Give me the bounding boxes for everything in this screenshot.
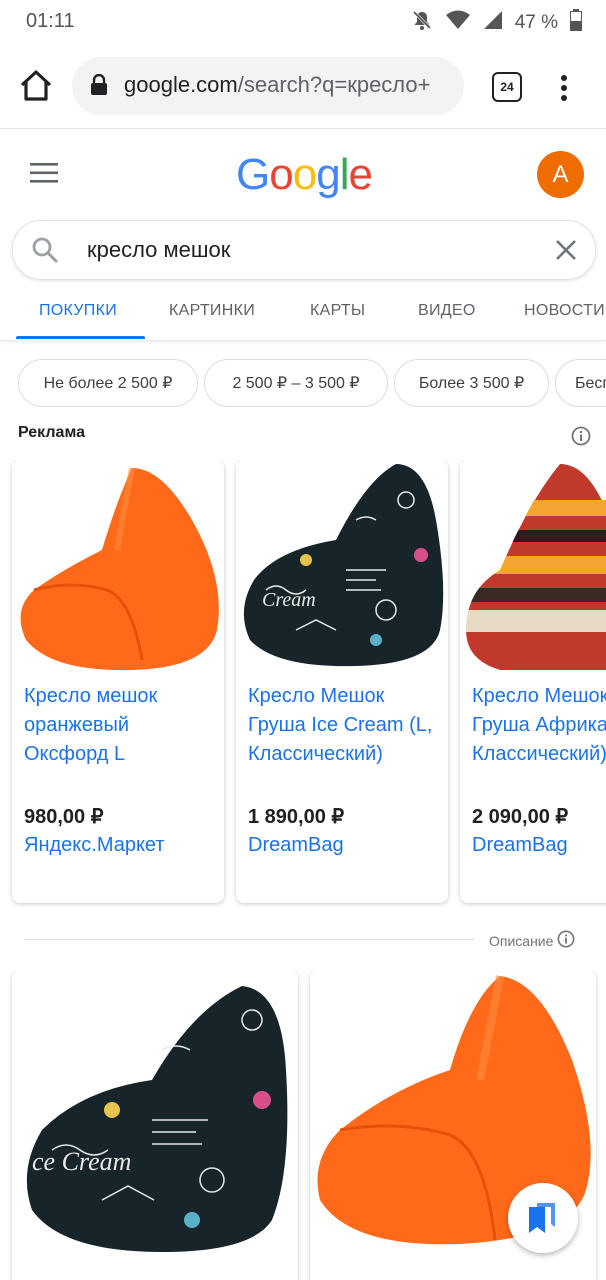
- google-header: Google A: [0, 128, 606, 218]
- battery-percent: 47 %: [514, 12, 558, 33]
- bag-print-text: Cream: [262, 589, 316, 611]
- tab-images[interactable]: КАРТИНКИ: [169, 302, 255, 320]
- product-image: Cream: [236, 460, 448, 674]
- battery-icon: [570, 9, 582, 37]
- tab-video[interactable]: ВИДЕО: [418, 302, 476, 320]
- product-price: 1 890,00 ₽: [248, 806, 345, 828]
- home-icon[interactable]: [16, 66, 56, 106]
- product-card[interactable]: Кресло мешок оранжевый Оксфорд L 980,00 …: [12, 460, 224, 903]
- info-icon[interactable]: [571, 426, 591, 451]
- description-toggle[interactable]: Описание: [489, 930, 575, 951]
- hamburger-menu-icon[interactable]: [30, 162, 58, 184]
- ad-label: Реклама: [18, 424, 85, 441]
- product-title: Кресло мешок оранжевый Оксфорд L: [24, 685, 158, 765]
- product-ads-carousel: Кресло мешок оранжевый Оксфорд L 980,00 …: [0, 460, 606, 910]
- tab-shopping[interactable]: ПОКУПКИ: [39, 302, 117, 320]
- bag-print-text: ce Cream: [32, 1147, 131, 1176]
- url-text: google.com/search?q=кресло+: [124, 72, 431, 97]
- search-type-tabs: ПОКУПКИ КАРТИНКИ КАРТЫ ВИДЕО НОВОСТИ: [0, 288, 606, 341]
- bookmarks-icon: [529, 1203, 555, 1233]
- search-icon: [31, 236, 59, 269]
- saved-items-button[interactable]: [508, 1183, 578, 1253]
- product-card[interactable]: Cream Кресло Мешок Груша Ice Cream (L, К…: [236, 460, 448, 903]
- price-filter-chips: Не более 2 500 ₽ 2 500 ₽ – 3 500 ₽ Более…: [0, 358, 606, 410]
- overflow-menu-icon[interactable]: [554, 73, 574, 103]
- product-image: [12, 460, 224, 674]
- search-input[interactable]: кресло мешок: [87, 237, 230, 263]
- chip-under-2500[interactable]: Не более 2 500 ₽: [18, 359, 198, 407]
- product-price: 2 090,00 ₽: [472, 806, 569, 828]
- product-price: 980,00 ₽: [24, 806, 104, 828]
- description-label: Описание: [489, 932, 554, 949]
- browser-toolbar: google.com/search?q=кресло+ 24: [0, 44, 606, 129]
- product-store: DreamBag: [248, 834, 344, 856]
- product-card-large[interactable]: ce Cream: [12, 970, 298, 1280]
- product-card[interactable]: Кресло Мешок Груша Африка Классический) …: [460, 460, 606, 903]
- clear-search-icon[interactable]: [554, 238, 578, 267]
- status-bar: 01:11 47 %: [0, 0, 606, 44]
- notifications-off-icon: [411, 9, 433, 37]
- search-box[interactable]: кресло мешок: [12, 220, 596, 280]
- product-image: [460, 460, 606, 674]
- chip-over-3500[interactable]: Более 3 500 ₽: [394, 359, 549, 407]
- tab-maps[interactable]: КАРТЫ: [310, 302, 365, 320]
- tab-news[interactable]: НОВОСТИ: [524, 302, 605, 320]
- section-divider: [24, 939, 474, 940]
- info-icon: [557, 930, 575, 951]
- google-logo[interactable]: Google: [236, 150, 373, 200]
- cell-signal-icon: [483, 10, 503, 36]
- product-store: DreamBag: [472, 834, 568, 856]
- product-image: ce Cream: [12, 970, 298, 1280]
- chip-free-shipping[interactable]: Бесп: [555, 359, 606, 407]
- product-title: Кресло Мешок Груша Африка Классический): [472, 685, 606, 765]
- active-tab-indicator: [16, 336, 145, 339]
- tab-switcher-button[interactable]: 24: [492, 72, 522, 102]
- status-time: 01:11: [26, 10, 75, 32]
- wifi-icon: [445, 10, 471, 36]
- chip-2500-3500[interactable]: 2 500 ₽ – 3 500 ₽: [204, 359, 388, 407]
- product-title: Кресло Мешок Груша Ice Cream (L, Классич…: [248, 685, 433, 765]
- url-bar[interactable]: google.com/search?q=кресло+: [72, 57, 464, 115]
- avatar[interactable]: A: [537, 151, 584, 198]
- product-store: Яндекс.Маркет: [24, 834, 165, 856]
- lock-icon: [90, 73, 108, 101]
